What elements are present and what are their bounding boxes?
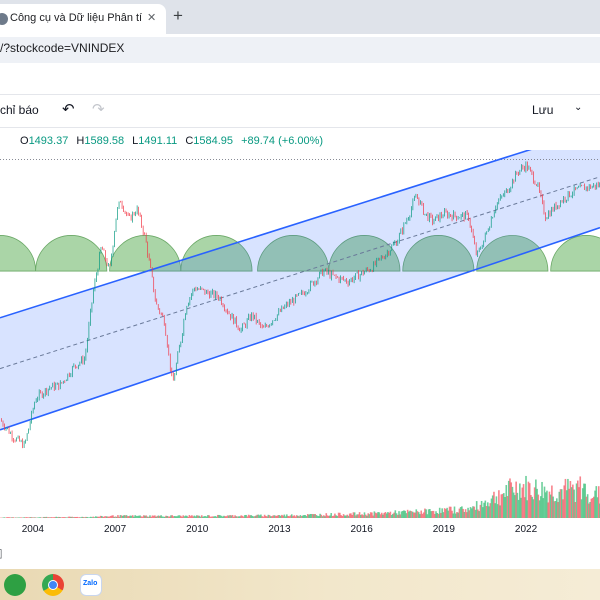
price-chart[interactable] [0, 150, 600, 520]
change-value: +89.74 (+6.00%) [241, 135, 324, 147]
chevron-down-icon[interactable]: ⌄ [574, 102, 582, 113]
ohlc-legend: O1493.37 H1589.58 L1491.11 C1584.95 +89.… [20, 135, 323, 147]
x-tick-label-2019: 2019 [432, 524, 455, 535]
save-button[interactable]: Lưu [532, 103, 553, 117]
zalo-icon[interactable]: Zalo [80, 574, 102, 596]
chrome-center [48, 580, 58, 590]
cycle-arc-0 [0, 235, 37, 272]
chrome-icon[interactable] [42, 574, 64, 596]
url-text[interactable]: /?stockcode=VNINDEX [0, 41, 124, 55]
active-tab[interactable]: Công cụ và Dữ liệu Phân tích kỹ ✕ [0, 4, 166, 34]
indicators-button[interactable]: chỉ báo [0, 103, 39, 117]
high-value: 1589.58 [84, 135, 125, 147]
tab-title: Công cụ và Dữ liệu Phân tích kỹ [10, 12, 142, 24]
close-value: 1584.95 [193, 135, 234, 147]
x-tick-label-2016: 2016 [350, 524, 373, 535]
chart-toolbar: chỉ báo ↶ ↷ Lưu ⌄ [0, 94, 600, 128]
close-tab-icon[interactable]: ✕ [147, 11, 156, 24]
cycle-arc-1 [35, 235, 108, 272]
new-tab-icon[interactable]: + [173, 6, 183, 26]
redo-icon[interactable]: ↷ [92, 100, 105, 118]
taskbar: Zalo [0, 569, 600, 600]
zalo-label: Zalo [83, 580, 98, 587]
x-tick-label-2004: 2004 [21, 524, 44, 535]
x-tick-label-2013: 2013 [268, 524, 291, 535]
open-key: O [20, 135, 29, 147]
x-tick-label-2010: 2010 [186, 524, 209, 535]
open-value: 1493.37 [28, 135, 69, 147]
calendar-icon[interactable]: ▯ [0, 546, 3, 560]
undo-icon[interactable]: ↶ [62, 100, 75, 118]
time-axis: 2004 2007 2010 2013 2016 2019 2022 [0, 520, 600, 540]
browser-tab-bar: Công cụ và Dữ liệu Phân tích kỹ ✕ + [0, 0, 600, 34]
low-value: 1491.11 [138, 135, 178, 147]
x-tick-label-2022: 2022 [514, 524, 538, 535]
finance-app-icon[interactable] [4, 574, 26, 596]
channel-mid-line [0, 176, 600, 370]
x-tick-label-2007: 2007 [103, 524, 127, 535]
site-favicon-icon [0, 13, 8, 25]
